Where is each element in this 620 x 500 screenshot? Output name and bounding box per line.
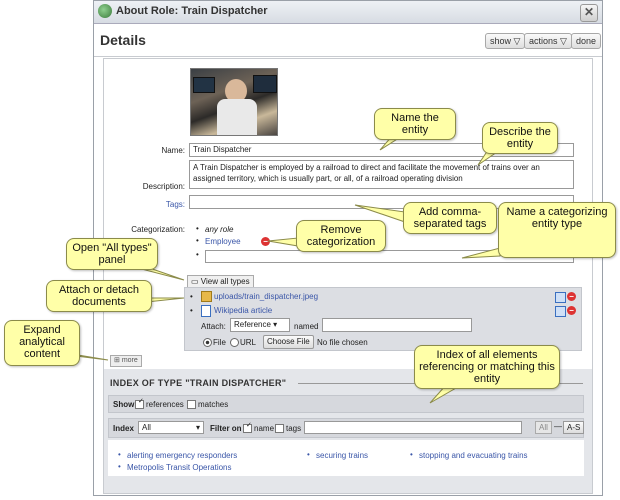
callout-index-all-elements: Index of all elements referencing or mat… [414, 345, 560, 389]
callout-remove-categorization: Remove categorization [296, 220, 386, 252]
callout-name-entity: Name the entity [374, 108, 456, 140]
callout-describe-entity: Describe the entity [482, 122, 558, 154]
callout-add-tags: Add comma-separated tags [403, 202, 497, 234]
callout-open-all-types: Open "All types" panel [66, 238, 158, 270]
callout-name-categorizing-type: Name a categorizing entity type [498, 202, 616, 258]
callout-attach-documents: Attach or detach documents [46, 280, 152, 312]
callout-expand-analytical: Expand analytical content [4, 320, 80, 366]
